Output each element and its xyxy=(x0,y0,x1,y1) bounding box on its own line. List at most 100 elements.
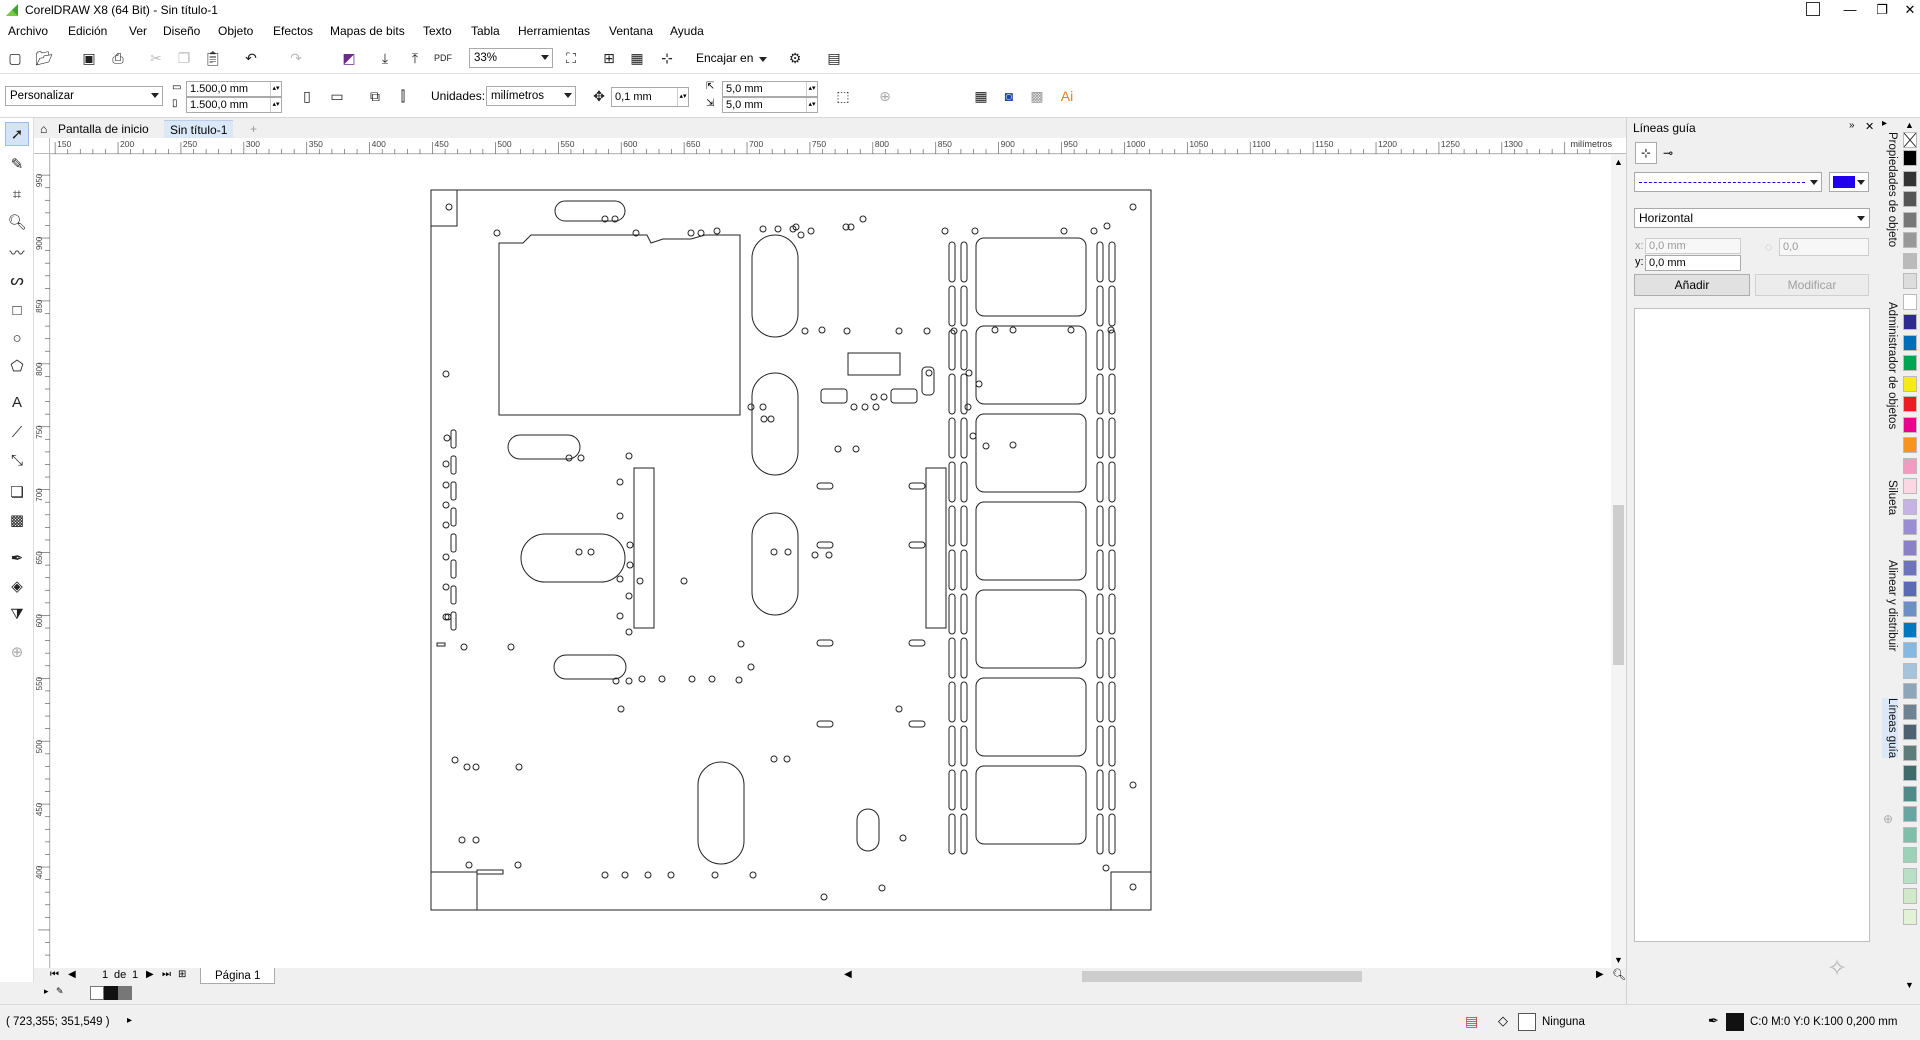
tab-guidelines[interactable]: Líneas guía xyxy=(1882,698,1898,759)
horizontal-scroll-thumb[interactable] xyxy=(1082,971,1362,982)
publish-pdf-icon[interactable]: PDF xyxy=(432,47,454,69)
palette-swatch[interactable] xyxy=(1903,293,1917,310)
scroll-up-icon[interactable]: ▲ xyxy=(1614,157,1623,167)
tab-object-manager[interactable]: Administrador de objetos xyxy=(1882,302,1898,429)
scroll-down-icon[interactable]: ▼ xyxy=(1614,955,1623,965)
fill-none-swatch[interactable] xyxy=(1518,1013,1536,1031)
launch-font-manager-icon[interactable]: Ai xyxy=(1056,85,1078,107)
undo-icon[interactable]: ↶ xyxy=(240,47,262,69)
lock-guide-icon[interactable]: ⊸ xyxy=(1663,146,1673,160)
palette-swatch[interactable] xyxy=(1903,170,1917,187)
ellipse-tool-icon[interactable]: ○ xyxy=(5,326,29,350)
freehand-tool-icon[interactable]: 〰 xyxy=(5,240,29,264)
palette-swatch[interactable] xyxy=(1903,642,1917,658)
import-icon[interactable]: ⤓ xyxy=(374,47,396,69)
palette-swatch[interactable] xyxy=(1903,908,1917,925)
palette-swatch[interactable] xyxy=(1903,314,1917,330)
menu-texto[interactable]: Texto xyxy=(423,24,452,38)
guide-preset-icon[interactable]: ⊹ xyxy=(1635,142,1657,164)
full-screen-icon[interactable]: ⛶ xyxy=(560,47,582,69)
menu-herramientas[interactable]: Herramientas xyxy=(518,24,590,38)
help-search-icon[interactable] xyxy=(1806,2,1820,16)
menu-mapas-de-bits[interactable]: Mapas de bits xyxy=(330,24,405,38)
last-page-icon[interactable]: ⏭ xyxy=(162,969,171,980)
text-tool-icon[interactable]: A xyxy=(5,390,29,414)
palette-scroll-down-icon[interactable]: ▼ xyxy=(1905,980,1914,990)
palette-eyedropper-icon[interactable]: ✎ xyxy=(56,986,64,997)
add-docker-icon[interactable]: ⊕ xyxy=(1883,812,1893,826)
palette-swatch[interactable] xyxy=(1903,785,1917,802)
palette-no-color[interactable] xyxy=(1903,132,1917,148)
status-expand-icon[interactable]: ▸ xyxy=(127,1015,132,1026)
show-rulers-icon[interactable]: ⊞ xyxy=(598,47,620,69)
palette-expand-icon[interactable]: ▸ xyxy=(44,986,49,997)
guide-y-field[interactable]: 0,0 mm xyxy=(1645,255,1741,271)
menu-ayuda[interactable]: Ayuda xyxy=(670,24,704,38)
new-tab-button[interactable]: + xyxy=(244,120,263,138)
palette-swatch[interactable] xyxy=(1903,375,1917,392)
duplicate-y-field[interactable]: 5,0 mm ▴▾ xyxy=(722,97,818,113)
add-guide-button[interactable]: Añadir xyxy=(1634,274,1750,296)
shape-tool-icon[interactable]: ✎ xyxy=(5,152,29,176)
interactive-fill-icon[interactable]: ◈ xyxy=(5,574,29,598)
ruler-origin[interactable] xyxy=(34,138,50,154)
next-page-icon[interactable]: ▶ xyxy=(146,969,154,980)
save-icon[interactable]: ▣ xyxy=(78,47,100,69)
palette-swatch[interactable] xyxy=(1903,232,1917,248)
guide-angle-field[interactable]: 0,0 xyxy=(1779,238,1869,256)
cutting-layout-drawing[interactable] xyxy=(430,189,1152,911)
new-document-icon[interactable]: ▢ xyxy=(4,47,26,69)
rectangle-tool-icon[interactable]: □ xyxy=(5,298,29,322)
guides-list[interactable] xyxy=(1634,308,1870,942)
smart-fill-icon[interactable]: ⧩ xyxy=(5,602,29,626)
drop-shadow-tool-icon[interactable]: ❏ xyxy=(5,480,29,504)
drawing-window[interactable] xyxy=(51,155,1611,968)
palette-swatch[interactable] xyxy=(1903,150,1917,166)
vertical-ruler[interactable]: 950 900 850 800 750 700 650 600 550 500 450 400 xyxy=(34,154,50,970)
tab-welcome-screen[interactable]: Pantalla de inicio xyxy=(52,120,155,138)
palette-swatch[interactable] xyxy=(1903,478,1917,494)
docker-tabs-scroll-icon[interactable]: ▸ xyxy=(1882,118,1887,129)
page-size-combo[interactable]: Personalizar xyxy=(5,86,163,106)
gray-swatch[interactable] xyxy=(118,986,132,1000)
modify-guide-button[interactable]: Modificar xyxy=(1755,274,1869,296)
palette-swatch[interactable] xyxy=(1903,191,1917,207)
paste-icon[interactable]: 📋︎ xyxy=(202,47,224,69)
show-grid-icon[interactable]: ▦ xyxy=(626,47,648,69)
parallel-dimension-icon[interactable]: ⟋ xyxy=(5,420,29,444)
palette-swatch[interactable] xyxy=(1903,211,1917,228)
palette-swatch[interactable] xyxy=(1903,437,1917,453)
connector-tool-icon[interactable]: ⤡ xyxy=(5,448,29,472)
palette-swatch[interactable] xyxy=(1903,765,1917,781)
minimize-button[interactable]: — xyxy=(1834,0,1866,20)
palette-swatch[interactable] xyxy=(1903,806,1917,822)
guide-color-picker[interactable] xyxy=(1829,172,1869,192)
polygon-tool-icon[interactable]: ⬠ xyxy=(5,354,29,378)
menu-tabla[interactable]: Tabla xyxy=(471,24,500,38)
crop-tool-icon[interactable]: ⌗ xyxy=(5,182,29,206)
scroll-right-icon[interactable]: ▶ xyxy=(1596,969,1604,980)
artistic-media-icon[interactable]: ᔕ xyxy=(5,268,29,292)
outline-color-swatch[interactable] xyxy=(1726,1013,1744,1031)
palette-swatch[interactable] xyxy=(1903,847,1917,863)
palette-swatch[interactable] xyxy=(1903,252,1917,269)
palette-swatch[interactable] xyxy=(1903,416,1917,433)
menu-diseno[interactable]: Diseño xyxy=(163,24,200,38)
page-1-tab[interactable]: Página 1 xyxy=(200,968,276,984)
color-eyedropper-icon[interactable]: ✒ xyxy=(5,546,29,570)
guide-line-style-combo[interactable] xyxy=(1634,172,1822,192)
redo-icon[interactable]: ↷ xyxy=(285,47,307,69)
tab-align-distribute[interactable]: Alinear y distribuir xyxy=(1882,560,1898,651)
vertical-scrollbar[interactable]: ▲ ▼ xyxy=(1611,155,1626,968)
palette-swatch[interactable] xyxy=(1903,334,1917,351)
search-content-icon[interactable]: ◩ xyxy=(338,47,360,69)
palette-swatch[interactable] xyxy=(1903,519,1917,535)
launch-corelconnect-icon[interactable]: ▦ xyxy=(970,85,992,107)
palette-swatch[interactable] xyxy=(1903,724,1917,740)
export-icon[interactable]: ⤒ xyxy=(404,47,426,69)
drawing-canvas[interactable] xyxy=(51,155,1611,968)
menu-objeto[interactable]: Objeto xyxy=(218,24,253,38)
nudge-distance-field[interactable]: 0,1 mm ▴▾ xyxy=(611,87,689,107)
quick-customize-icon[interactable]: ⊕ xyxy=(5,640,29,664)
palette-swatch[interactable] xyxy=(1903,273,1917,289)
